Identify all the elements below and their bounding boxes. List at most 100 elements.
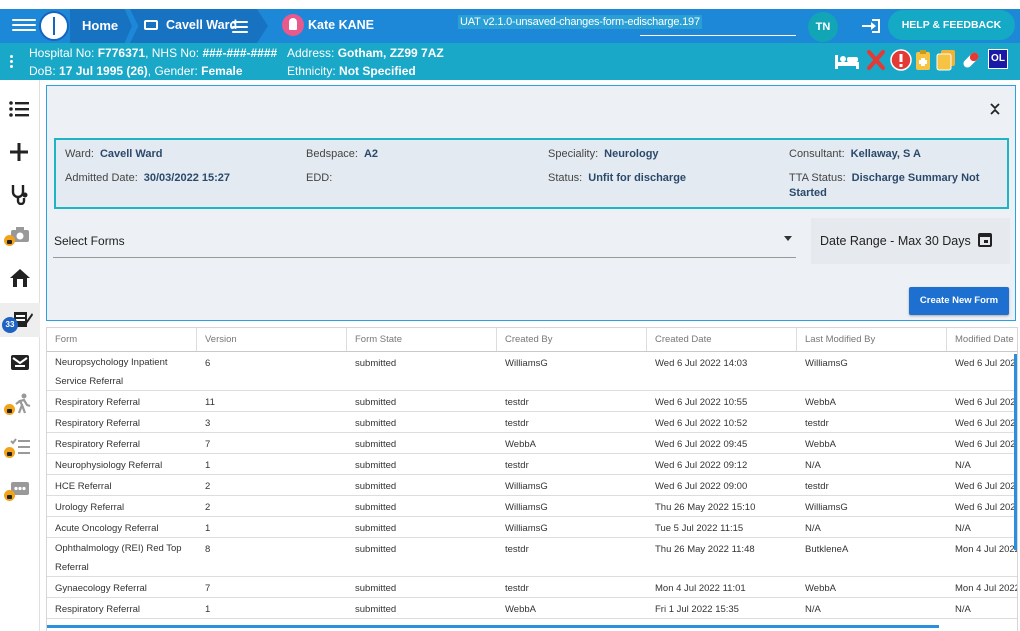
sidebar-item-camera-locked[interactable] <box>0 220 40 254</box>
tta-status-continued: Started <box>789 187 827 199</box>
patient-banner: Hospital No: F776371, NHS No: ###-###-##… <box>0 43 1020 80</box>
nhs-no: ###-###-#### <box>202 46 278 60</box>
select-forms-label: Select Forms <box>54 234 125 248</box>
sidebar-item-chat-locked[interactable] <box>0 475 40 509</box>
table-cell: 1 <box>205 604 211 615</box>
create-new-form-button[interactable]: Create New Form <box>909 287 1009 315</box>
bedspace-value: A2 <box>363 148 379 160</box>
table-row[interactable]: Respiratory Referral 3 submitted testdr Wed … <box>47 412 1018 433</box>
table-cell: Wed 6 Jul 2022 09:00 <box>655 481 748 492</box>
patient-menu-icon[interactable] <box>10 55 14 70</box>
select-forms-dropdown[interactable]: Select Forms <box>53 224 796 258</box>
table-row[interactable]: Respiratory Referral 1 submitted WebbA Fri 1… <box>47 598 1017 619</box>
logout-icon[interactable] <box>862 19 880 33</box>
horizontal-scrollbar[interactable] <box>47 625 939 628</box>
date-range-picker[interactable]: Date Range - Max 30 Days <box>811 218 1010 264</box>
table-row[interactable]: Respiratory Referral 7 submitted WebbA Wed 6… <box>47 433 1017 454</box>
calendar-icon[interactable] <box>978 233 992 247</box>
table-cell: WebbA <box>505 439 536 450</box>
environment-title: UAT v2.1.0-unsaved-changes-form-edischar… <box>458 15 702 29</box>
documents-icon[interactable] <box>935 49 957 71</box>
sidebar-item-list[interactable] <box>0 93 40 127</box>
address: Gotham, ZZ99 7AZ <box>337 46 444 60</box>
breadcrumb-home[interactable]: Home <box>70 9 132 43</box>
table-row[interactable]: Neuropsychology Inpatient Service Referra… <box>47 352 1017 391</box>
table-cell: 8 <box>205 544 211 555</box>
tta-value-line2: Started <box>789 187 827 199</box>
edd-field: EDD: <box>306 172 338 184</box>
form-name-line: Neuropsychology Inpatient <box>55 357 168 368</box>
consultant-label: Consultant: <box>789 148 845 160</box>
medication-icon[interactable] <box>960 49 982 71</box>
table-row[interactable]: Ophthalmology (REI) Red Top Referral 8 subm… <box>47 538 1017 577</box>
table-cell: Mon 4 Jul 2022 <box>955 583 1018 594</box>
user-avatar[interactable]: TN <box>808 12 838 42</box>
table-cell: Respiratory Referral <box>55 604 140 615</box>
table-header: Form Version Form State Created By Created D… <box>47 328 1017 352</box>
ethnicity-label: Ethnicity: <box>287 64 336 78</box>
table-cell: testdr <box>505 460 529 471</box>
table-cell: N/A <box>805 460 821 471</box>
sidebar-item-mail[interactable] <box>0 346 40 380</box>
help-feedback-button[interactable]: HELP & FEEDBACK <box>888 10 1015 40</box>
table-cell: Respiratory Referral <box>55 439 140 450</box>
table-cell: Wed 6 Jul 2022 09:45 <box>655 439 748 450</box>
sidebar-item-home[interactable] <box>0 262 40 296</box>
column-header[interactable]: Form <box>47 328 197 351</box>
table-cell: Wed 6 Jul 2022 <box>955 418 1018 429</box>
sidebar-item-clinical[interactable] <box>0 177 40 211</box>
column-header[interactable]: Last Modified By <box>797 328 947 351</box>
gender-label: Gender: <box>154 64 198 78</box>
sidebar-item-checklist-locked[interactable] <box>0 432 40 466</box>
table-cell: WebbA <box>805 397 836 408</box>
environment-underline <box>640 35 796 36</box>
ol-badge[interactable]: OL <box>988 49 1008 69</box>
forms-table: Form Version Form State Created By Created D… <box>46 327 1018 631</box>
table-row[interactable]: Urology Referral 2 submitted WilliamsG Thu 2… <box>47 496 1017 517</box>
table-cell: Respiratory Referral <box>55 397 140 408</box>
sidebar-item-discharge-locked[interactable] <box>0 389 40 423</box>
table-row[interactable]: Gynaecology Referral 7 submitted testdr Mon … <box>47 577 1018 598</box>
patient-dob-line: DoB: 17 Jul 1995 (26), Gender: Female <box>29 64 243 78</box>
table-row[interactable]: HCE Referral 2 submitted WilliamsG Wed 6 Jul… <box>47 475 1017 496</box>
table-cell: submitted <box>355 397 397 408</box>
table-cell: N/A <box>805 604 821 615</box>
column-header[interactable]: Version <box>197 328 347 351</box>
collapse-chevron-icon[interactable] <box>989 102 1001 116</box>
column-header[interactable]: Created By <box>497 328 647 351</box>
table-cell: Wed 6 Jul 2022 10:52 <box>655 418 748 429</box>
column-header[interactable]: Form State <box>347 328 497 351</box>
app-logo <box>39 11 69 41</box>
ward-field: Ward: Cavell Ward <box>65 148 163 160</box>
tta-status-field: TTA Status: Discharge Summary Not <box>789 172 979 184</box>
table-cell: testdr <box>505 544 529 555</box>
bed-status-icon[interactable] <box>834 49 859 71</box>
column-header[interactable]: Created Date <box>647 328 797 351</box>
vertical-scrollbar[interactable] <box>1014 354 1017 550</box>
clipboard-icon[interactable] <box>915 49 937 71</box>
ward-menu-icon[interactable] <box>232 18 248 36</box>
table-cell: N/A <box>955 460 971 471</box>
table-cell: testdr <box>505 397 529 408</box>
forms-count-badge: 33 <box>2 317 18 333</box>
warning-icon[interactable] <box>890 49 912 71</box>
form-name-line: Referral <box>55 562 89 573</box>
admitted-value: 30/03/2022 15:27 <box>143 172 231 184</box>
table-cell: WilliamsG <box>805 502 848 513</box>
table-cell: testdr <box>505 418 529 429</box>
table-cell: 2 <box>205 481 211 492</box>
table-cell: WilliamsG <box>805 358 848 369</box>
alert-cross-icon[interactable] <box>867 49 889 71</box>
main-menu-icon[interactable] <box>12 16 36 36</box>
table-row[interactable]: Acute Oncology Referral 1 submitted William… <box>47 517 1017 538</box>
table-row[interactable]: Respiratory Referral 11 submitted testdr Wed… <box>47 391 1017 412</box>
breadcrumb-ward[interactable]: Cavell Ward <box>130 9 268 43</box>
column-header[interactable]: Modified Date <box>947 328 1017 351</box>
sidebar-item-add[interactable] <box>0 135 40 169</box>
tta-value: Discharge Summary Not <box>851 172 980 184</box>
sidebar-item-forms[interactable]: 33 <box>0 303 40 337</box>
forms-filter-panel: Ward: Cavell Ward Bedspace: A2 Speciality:… <box>46 85 1016 321</box>
table-cell: submitted <box>355 502 397 513</box>
bedspace-field: Bedspace: A2 <box>306 148 378 160</box>
table-row[interactable]: Neurophysiology Referral 1 submitted testdr… <box>47 454 1017 475</box>
